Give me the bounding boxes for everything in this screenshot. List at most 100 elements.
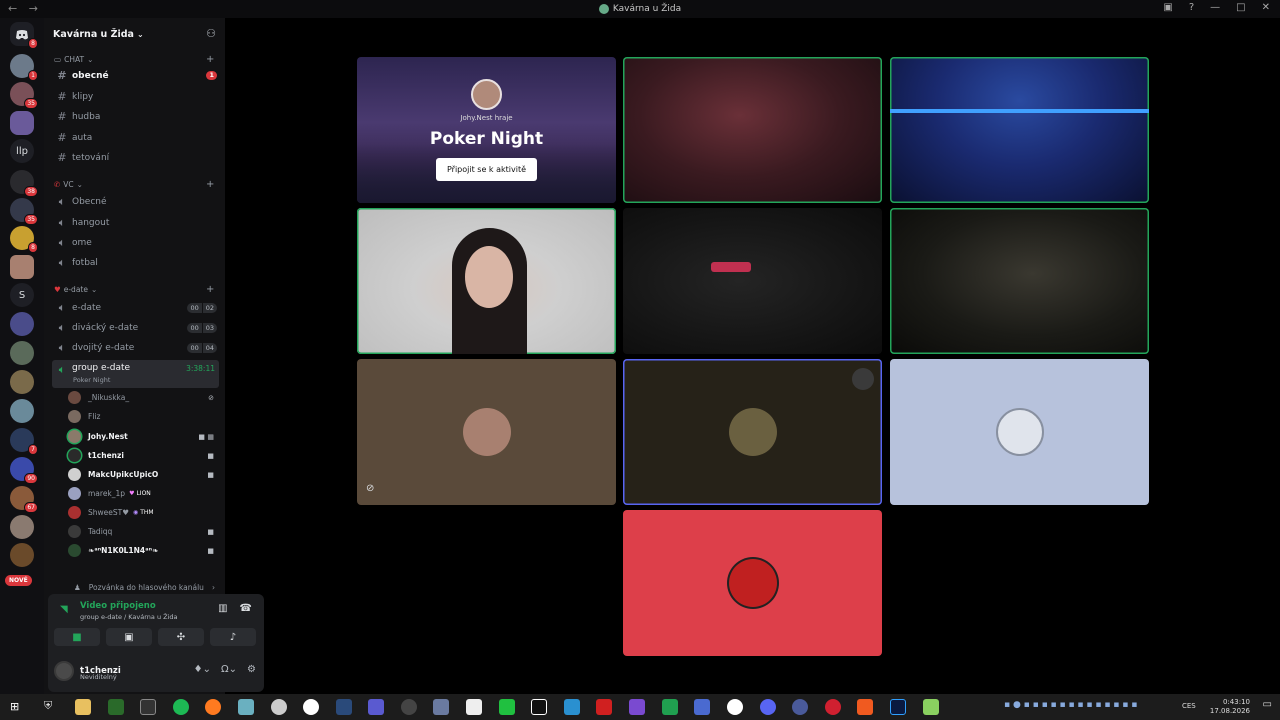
add-channel-icon[interactable]: + [206,54,214,65]
server-icon[interactable]: S [10,283,34,307]
voice-channel-dvojity[interactable]: 🔈︎ dvojitý e-date 00 04 [52,338,219,357]
app-icon[interactable] [564,699,580,715]
server-icon[interactable]: 90 [10,457,38,484]
kick-icon[interactable] [531,699,547,715]
camera-button[interactable]: ■ [54,628,100,646]
server-icon[interactable] [10,111,34,135]
server-icon[interactable] [10,515,34,539]
voice-channel-ome[interactable]: 🔈︎ ome [52,233,219,252]
soundboard-button[interactable]: ♪ [210,628,256,646]
app-icon[interactable] [923,699,939,715]
inbox-icon[interactable]: ▣ [1163,2,1172,13]
close-icon[interactable]: ✕ [1262,2,1270,13]
add-channel-icon[interactable]: + [206,179,214,190]
video-tile[interactable] [890,208,1149,354]
voice-location[interactable]: group e-date / Kavárna u Žida [80,613,178,621]
brave-icon[interactable] [857,699,873,715]
video-tile-avatar[interactable] [623,510,882,656]
category-chat[interactable]: ▭ CHAT ⌄ + [54,54,214,65]
opera-icon[interactable] [825,699,841,715]
app-icon[interactable] [662,699,678,715]
screen-share-button[interactable]: ▣ [106,628,152,646]
voice-channel-hangout[interactable]: 🔈︎ hangout [52,213,219,232]
channel-obecne[interactable]: # obecné 1 [52,66,219,85]
microphone-icon[interactable]: ♦⌄ [194,664,211,675]
channel-auta[interactable]: # auta [52,128,219,147]
server-icon[interactable]: 8 [10,226,38,253]
discord-home-icon[interactable]: 8 [10,22,38,49]
voice-member[interactable]: MakcUpikcUpicO ■ [68,466,218,483]
voice-member[interactable]: ❧ᵃⁿN1K0L1N4ᵃⁿ❧ ■ [68,542,218,559]
clock-app-icon[interactable] [303,699,319,715]
back-forward-icon[interactable]: ← → [8,2,42,15]
add-member-icon[interactable]: ⚇ [206,27,216,40]
video-tile-avatar[interactable] [890,359,1149,505]
voice-channel-divacky[interactable]: 🔈︎ divácký e-date 00 03 [52,318,219,337]
app-icon[interactable] [271,699,287,715]
calculator-icon[interactable] [433,699,449,715]
video-tile[interactable] [357,208,616,354]
server-icon[interactable]: 67 [10,486,38,513]
clock[interactable]: 0:43:10 17.08.2026 [1210,698,1250,716]
voice-member[interactable]: t1chenzi ■ [68,447,218,464]
minimize-icon[interactable]: — [1210,2,1220,13]
server-icon[interactable] [10,399,34,423]
channel-tetovani[interactable]: # tetování [52,148,219,167]
voice-member[interactable]: Fliz [68,408,218,425]
activities-button[interactable]: ✣ [158,628,204,646]
spotify-icon[interactable] [173,699,189,715]
disconnect-icon[interactable]: ☎ [240,603,252,614]
server-icon[interactable] [10,255,34,279]
video-tile[interactable] [623,57,882,203]
photoshop-icon[interactable] [890,699,906,715]
voice-channel-fotbal[interactable]: 🔈︎ fotbal [52,253,219,272]
add-channel-icon[interactable]: + [206,284,214,295]
help-icon[interactable]: ? [1189,2,1194,13]
discord-icon[interactable] [760,699,776,715]
video-tile-avatar[interactable] [623,359,882,505]
app-icon[interactable] [596,699,612,715]
obs-icon[interactable] [401,699,417,715]
folder-icon[interactable] [75,699,91,715]
voice-channel-obecne[interactable]: 🔈︎ Obecné [52,192,219,211]
headphones-icon[interactable]: Ω⌄ [221,664,237,675]
language-indicator[interactable]: CES [1182,702,1196,710]
system-tray-icons[interactable]: ▪ ● ▪ ▪ ▪ ▪ ▪ ▪ ▪ ▪ ▪ ▪ ▪ ▪ ▪ [1004,700,1137,710]
app-icon[interactable] [629,699,645,715]
steam-icon[interactable] [336,699,352,715]
voice-member[interactable]: ShweeST♥ ◉ THM [68,504,218,521]
app-icon[interactable] [792,699,808,715]
server-icon[interactable] [10,341,34,365]
guild-header[interactable]: Kavárna u Žida ⌄ ⚇ [44,18,225,50]
voice-member[interactable]: Tadiqq ■ [68,523,218,540]
app-icon[interactable] [368,699,384,715]
server-icon[interactable] [10,370,34,394]
app-icon[interactable] [694,699,710,715]
windows-start-icon[interactable]: ⊞ [10,700,19,713]
voice-invite-link[interactable]: ♟ Pozvánka do hlasového kanálu › [74,583,215,592]
video-tile[interactable] [890,57,1149,203]
server-icon[interactable] [10,543,34,567]
server-icon[interactable]: 35 [10,82,38,109]
channel-hudba[interactable]: # hudba [52,107,219,126]
server-icon[interactable]: 1 [10,54,38,81]
firefox-icon[interactable] [205,699,221,715]
noise-suppression-icon[interactable]: ▥ [218,603,227,614]
server-icon[interactable] [10,312,34,336]
notification-icon[interactable]: ▭ [1263,699,1272,710]
shield-icon[interactable]: ⛨ [44,699,52,713]
app-icon[interactable] [499,699,515,715]
server-icon[interactable]: 7 [10,428,38,455]
maximize-icon[interactable]: □ [1236,2,1245,13]
voice-member[interactable]: _Nikuskka_ ⊘ [68,389,218,406]
app-icon[interactable] [727,699,743,715]
channel-klipy[interactable]: # klipy [52,87,219,106]
server-icon[interactable]: llp [10,139,34,163]
video-tile-avatar[interactable]: ⊘ [357,359,616,505]
voice-member[interactable]: marek_1p ♥ LION [68,485,218,502]
category-edate[interactable]: ♥ e-date ⌄ + [54,284,214,295]
voice-channel-group-edate[interactable]: 🔈︎ group e-date 3:38:11 Poker Night [52,360,219,388]
category-vc[interactable]: ✆ VC ⌄ + [54,179,214,190]
app-icon[interactable] [238,699,254,715]
server-icon[interactable]: 35 [10,198,38,225]
